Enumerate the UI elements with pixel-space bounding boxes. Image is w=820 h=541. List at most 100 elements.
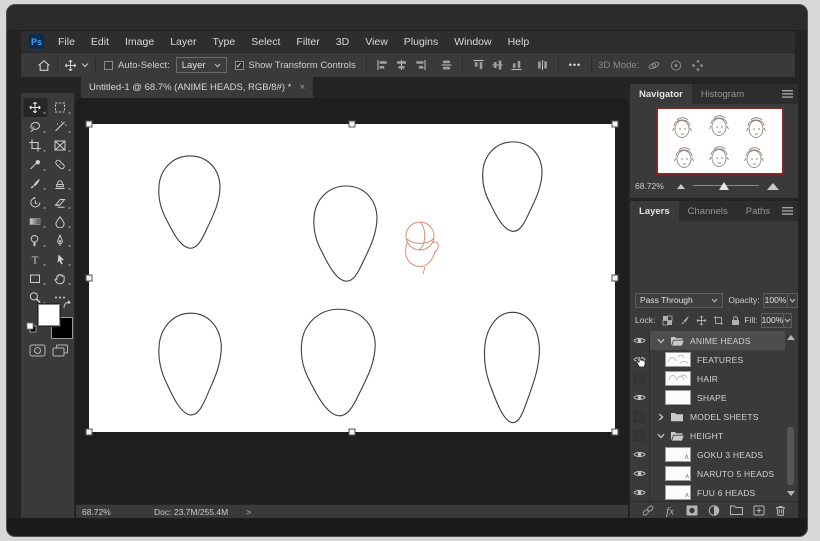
visibility-toggle[interactable] bbox=[630, 445, 650, 464]
tool-brush[interactable] bbox=[23, 174, 47, 193]
align-horizontal-centers-icon[interactable] bbox=[395, 59, 408, 71]
opacity-dropdown-icon[interactable] bbox=[788, 293, 798, 308]
document-tab[interactable]: Untitled-1 @ 68.7% (ANIME HEADS, RGB/8#)… bbox=[81, 77, 313, 98]
visibility-toggle[interactable] bbox=[630, 464, 650, 483]
chevron-down-icon[interactable] bbox=[81, 62, 89, 68]
delete-layer-icon[interactable] bbox=[774, 504, 787, 517]
tool-clone-stamp[interactable] bbox=[48, 174, 72, 193]
tab-histogram[interactable]: Histogram bbox=[692, 84, 753, 104]
blend-mode-dropdown[interactable]: Pass Through bbox=[635, 293, 723, 308]
tool-rectangular-marquee[interactable] bbox=[48, 98, 72, 117]
zoom-in-icon[interactable] bbox=[767, 183, 779, 190]
transform-handle-top-center[interactable] bbox=[349, 121, 356, 128]
transform-handle-middle-left[interactable] bbox=[86, 275, 93, 282]
expand-group-icon[interactable] bbox=[656, 413, 666, 421]
menu-3d[interactable]: 3D bbox=[328, 31, 357, 53]
layer-row-features[interactable]: FEATURES bbox=[630, 350, 798, 369]
status-zoom-field[interactable]: 68.72% bbox=[82, 507, 126, 517]
tool-magic-wand[interactable] bbox=[48, 117, 72, 136]
move-tool-icon[interactable] bbox=[64, 59, 77, 72]
tab-paths[interactable]: Paths bbox=[737, 201, 779, 221]
tool-eyedropper[interactable] bbox=[23, 155, 47, 174]
scroll-up-icon[interactable] bbox=[787, 335, 795, 340]
panel-menu-icon[interactable] bbox=[782, 207, 793, 215]
layer-list-scrollbar[interactable] bbox=[785, 331, 797, 501]
visibility-toggle[interactable] bbox=[630, 388, 650, 407]
tool-eraser[interactable] bbox=[48, 193, 72, 212]
layer-row-hair[interactable]: HAIR bbox=[630, 369, 798, 388]
lock-image-pixels-icon[interactable] bbox=[679, 315, 690, 326]
layer-row-model-sheets[interactable]: MODEL SHEETS bbox=[630, 407, 798, 426]
layer-row-goku-3-heads[interactable]: GOKU 3 HEADS bbox=[630, 445, 798, 464]
tool-frame[interactable] bbox=[48, 136, 72, 155]
tool-history-brush[interactable] bbox=[23, 193, 47, 212]
align-bottom-edges-icon[interactable] bbox=[510, 59, 523, 71]
swap-colors-icon[interactable] bbox=[62, 300, 72, 310]
visibility-toggle[interactable] bbox=[630, 331, 650, 350]
tool-dodge[interactable] bbox=[23, 231, 47, 250]
align-left-edges-icon[interactable] bbox=[376, 59, 389, 71]
align-right-edges-icon[interactable] bbox=[414, 59, 427, 71]
layer-effects-icon[interactable]: fx bbox=[663, 504, 677, 517]
layer-thumbnail[interactable] bbox=[665, 390, 691, 405]
new-layer-icon[interactable] bbox=[752, 504, 766, 517]
tool-crop[interactable] bbox=[23, 136, 47, 155]
scroll-down-icon[interactable] bbox=[787, 491, 795, 496]
opacity-value-field[interactable]: 100% bbox=[763, 293, 789, 308]
layer-row-anime-heads[interactable]: ANIME HEADS bbox=[630, 331, 798, 350]
layer-thumbnail[interactable] bbox=[665, 371, 691, 386]
lock-all-icon[interactable] bbox=[730, 315, 741, 326]
align-top-edges-icon[interactable] bbox=[472, 59, 485, 71]
slider-thumb[interactable] bbox=[719, 182, 729, 190]
menu-select[interactable]: Select bbox=[243, 31, 288, 53]
quick-mask-button[interactable] bbox=[29, 344, 46, 357]
transform-handle-top-right[interactable] bbox=[612, 121, 619, 128]
distribute-horizontal-centers-icon[interactable] bbox=[440, 59, 453, 71]
navigator-zoom-field[interactable]: 68.72% bbox=[635, 181, 673, 191]
visibility-toggle[interactable] bbox=[630, 426, 650, 445]
tab-navigator[interactable]: Navigator bbox=[630, 84, 692, 104]
canvas[interactable] bbox=[89, 124, 615, 432]
lock-transparent-pixels-icon[interactable] bbox=[662, 315, 673, 326]
layer-thumbnail[interactable] bbox=[665, 466, 691, 481]
add-layer-mask-icon[interactable] bbox=[685, 504, 699, 517]
transform-handle-bottom-left[interactable] bbox=[86, 429, 93, 436]
lock-position-icon[interactable] bbox=[696, 315, 707, 326]
screen-mode-button[interactable] bbox=[52, 344, 69, 357]
layer-row-shape[interactable]: SHAPE bbox=[630, 388, 798, 407]
visibility-toggle[interactable] bbox=[630, 483, 650, 501]
home-icon[interactable] bbox=[37, 59, 51, 72]
navigator-preview[interactable] bbox=[656, 107, 784, 175]
visibility-toggle[interactable] bbox=[630, 369, 650, 388]
menu-help[interactable]: Help bbox=[500, 31, 538, 53]
tab-channels[interactable]: Channels bbox=[679, 201, 737, 221]
tool-healing-brush[interactable] bbox=[48, 155, 72, 174]
3d-roll-icon[interactable] bbox=[669, 59, 683, 72]
menu-layer[interactable]: Layer bbox=[162, 31, 204, 53]
layer-thumbnail[interactable] bbox=[665, 485, 691, 500]
foreground-color-swatch[interactable] bbox=[38, 304, 60, 326]
tool-path-selection[interactable] bbox=[48, 250, 72, 269]
auto-select-checkbox[interactable] bbox=[104, 61, 113, 70]
tool-pen[interactable] bbox=[48, 231, 72, 250]
fill-value-field[interactable]: 100% bbox=[761, 313, 785, 328]
distribute-vertical-centers-icon[interactable] bbox=[536, 59, 549, 71]
layer-thumbnail[interactable] bbox=[665, 352, 691, 367]
link-layers-icon[interactable] bbox=[641, 504, 655, 517]
transform-handle-top-left[interactable] bbox=[86, 121, 93, 128]
collapse-group-icon[interactable] bbox=[656, 338, 666, 344]
zoom-out-icon[interactable] bbox=[677, 184, 685, 189]
menu-filter[interactable]: Filter bbox=[288, 31, 327, 53]
navigator-zoom-slider[interactable] bbox=[693, 181, 759, 191]
3d-pan-icon[interactable] bbox=[691, 59, 705, 72]
scrollbar-thumb[interactable] bbox=[787, 427, 794, 485]
lock-artboard-icon[interactable] bbox=[713, 315, 724, 326]
menu-view[interactable]: View bbox=[357, 31, 396, 53]
tool-type[interactable]: T bbox=[23, 250, 47, 269]
fill-dropdown-icon[interactable] bbox=[784, 313, 792, 328]
visibility-toggle[interactable] bbox=[630, 407, 650, 426]
adjustment-layer-icon[interactable] bbox=[707, 504, 721, 517]
panel-menu-icon[interactable] bbox=[782, 90, 793, 98]
transform-handle-middle-right[interactable] bbox=[612, 275, 619, 282]
menu-type[interactable]: Type bbox=[204, 31, 243, 53]
